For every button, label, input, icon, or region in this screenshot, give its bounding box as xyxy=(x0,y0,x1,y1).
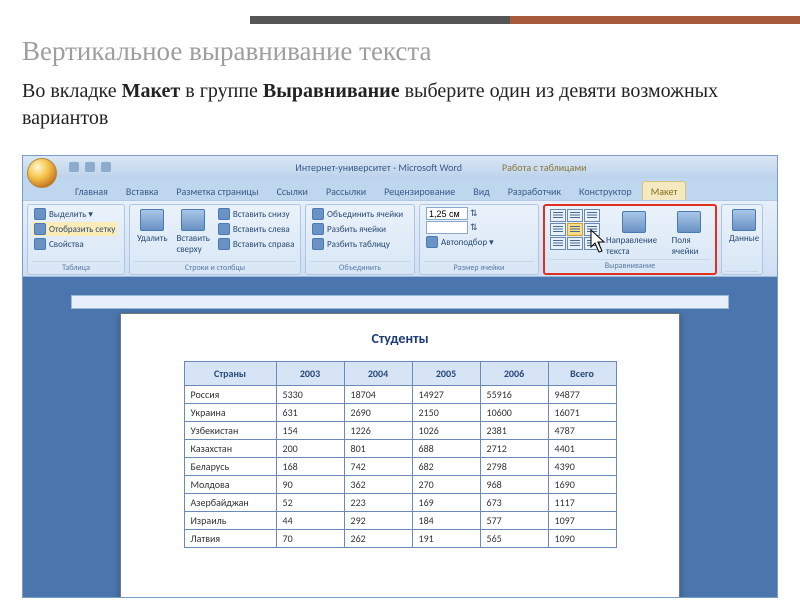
group-rowscols-label: Строки и столбцы xyxy=(134,261,296,274)
properties-button[interactable]: Свойства xyxy=(32,237,117,251)
align-top-right[interactable] xyxy=(584,209,600,222)
data-button[interactable]: Данные xyxy=(726,207,762,246)
view-gridlines-button[interactable]: Отобразить сетку xyxy=(32,222,117,236)
delete-button[interactable]: Удалить xyxy=(134,207,170,246)
alignment-group-highlighted: Направление текста Поля ячейки Выравнива… xyxy=(543,204,717,275)
insert-below-button[interactable]: Вставить снизу xyxy=(216,207,297,221)
ribbon-tabs: Главная Вставка Разметка страницы Ссылки… xyxy=(67,178,777,200)
tab-references[interactable]: Ссылки xyxy=(269,182,316,200)
tab-view[interactable]: Вид xyxy=(465,182,497,200)
tab-layout[interactable]: Макет xyxy=(642,181,687,200)
document-heading: Студенты xyxy=(149,330,651,347)
align-top-left[interactable] xyxy=(550,209,566,222)
slide-divider xyxy=(250,16,800,24)
merge-cells-button[interactable]: Объединить ячейки xyxy=(310,207,405,221)
group-table-label: Таблица xyxy=(32,261,120,274)
table-row[interactable]: Казахстан20080168827124401 xyxy=(184,440,616,458)
select-button[interactable]: Выделить ▾ xyxy=(32,207,117,221)
group-merge-label: Объединить xyxy=(310,261,410,274)
align-middle-left[interactable] xyxy=(550,223,566,236)
align-bottom-right[interactable] xyxy=(584,237,600,250)
tab-developer[interactable]: Разработчик xyxy=(500,182,569,200)
tab-pagelayout[interactable]: Разметка страницы xyxy=(168,182,266,200)
table-row[interactable]: Израиль442921845771097 xyxy=(184,512,616,530)
align-bottom-center[interactable] xyxy=(567,237,583,250)
table-header-row: Страны2003200420052006Всего xyxy=(184,362,616,386)
tab-home[interactable]: Главная xyxy=(67,182,116,200)
group-alignment-label: Выравнивание xyxy=(550,259,710,272)
window-title: Интернет-университет - Microsoft Word xyxy=(295,161,462,174)
students-table[interactable]: Страны2003200420052006Всего Россия533018… xyxy=(184,361,617,548)
page: Студенты Страны2003200420052006Всего Рос… xyxy=(120,313,680,597)
insert-right-button[interactable]: Вставить справа xyxy=(216,237,297,251)
split-table-button[interactable]: Разбить таблицу xyxy=(310,237,405,251)
tab-mailings[interactable]: Рассылки xyxy=(318,182,374,200)
text-direction-button[interactable]: Направление текста xyxy=(603,209,666,259)
slide-body: Во вкладке Макет в группе Выравнивание в… xyxy=(22,78,800,132)
table-row[interactable]: Молдова903622709681690 xyxy=(184,476,616,494)
context-tab-title: Работа с таблицами xyxy=(502,161,587,174)
table-row[interactable]: Латвия702621915651090 xyxy=(184,530,616,548)
autofit-button[interactable]: Автоподбор ▾ xyxy=(424,235,496,249)
office-button[interactable] xyxy=(27,158,57,188)
table-row[interactable]: Беларусь16874268227984390 xyxy=(184,458,616,476)
tab-insert[interactable]: Вставка xyxy=(118,182,166,200)
align-top-center[interactable] xyxy=(567,209,583,222)
tab-design[interactable]: Конструктор xyxy=(571,182,640,200)
insert-left-button[interactable]: Вставить слева xyxy=(216,222,297,236)
align-middle-right[interactable] xyxy=(584,223,600,236)
group-data-label xyxy=(726,271,758,274)
insert-above-button[interactable]: Вставить сверху xyxy=(173,207,212,257)
align-middle-center[interactable] xyxy=(567,223,583,236)
col-width-input[interactable]: ⇅ xyxy=(424,221,496,234)
cell-margins-button[interactable]: Поля ячейки xyxy=(669,209,710,259)
quick-access-toolbar[interactable] xyxy=(69,162,111,172)
row-height-input[interactable]: ⇅ xyxy=(424,207,496,220)
alignment-grid xyxy=(550,209,600,250)
split-cells-button[interactable]: Разбить ячейки xyxy=(310,222,405,236)
table-row[interactable]: Узбекистан1541226102623814787 xyxy=(184,422,616,440)
slide-title: Вертикальное выравнивание текста xyxy=(22,36,431,67)
document-area: Студенты Страны2003200420052006Всего Рос… xyxy=(23,277,777,597)
group-cellsize-label: Размер ячейки xyxy=(424,261,534,274)
tab-review[interactable]: Рецензирование xyxy=(376,182,463,200)
align-bottom-left[interactable] xyxy=(550,237,566,250)
table-row[interactable]: Азербайджан522231696731117 xyxy=(184,494,616,512)
titlebar: Интернет-университет - Microsoft Word Раб… xyxy=(23,156,777,178)
table-row[interactable]: Россия533018704149275591694877 xyxy=(184,386,616,404)
horizontal-ruler[interactable] xyxy=(71,295,729,309)
table-row[interactable]: Украина631269021501060016071 xyxy=(184,404,616,422)
word-window: Интернет-университет - Microsoft Word Раб… xyxy=(22,155,778,598)
